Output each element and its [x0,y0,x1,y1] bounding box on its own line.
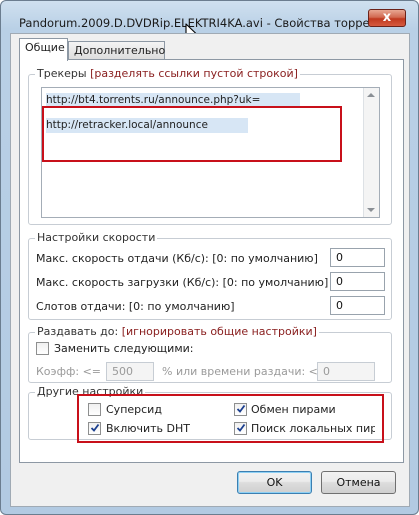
enable-dht-label: Включить DHT [106,422,190,435]
seed-legend-title: Раздавать до: [37,325,119,338]
checkmark-icon [236,423,246,432]
superseed-checkbox[interactable] [88,403,101,416]
seed-time-label: % или времени раздачи: <= [162,365,328,378]
ratio-label: Коэфф: <= [36,365,102,378]
tracker-url-1: http://bt4.torrents.ru/announce.php?uk= [46,93,301,108]
trackers-legend: Трекеры [разделять ссылки пустой строкой… [35,67,300,80]
upload-speed-input[interactable]: 0 [330,248,385,267]
general-tab-page: Трекеры [разделять ссылки пустой строкой… [19,59,404,463]
dialog-client-area: Общие Дополнительно Трекеры [разделять с… [10,33,410,507]
scroll-down-arrow-icon[interactable] [367,208,375,212]
title-bar[interactable]: Pandorum.2009.D.DVDRip.ELEKTRI4KA.avi - … [1,1,418,31]
window-title: Pandorum.2009.D.DVDRip.ELEKTRI4KA.avi - … [19,16,391,30]
trackers-textarea[interactable]: http://bt4.torrents.ru/announce.php?uk= … [41,87,380,218]
speed-settings-group: Настройки скорости Макс. скорость отдачи… [28,231,392,320]
ratio-input[interactable]: 500 [106,362,154,381]
local-peer-discovery-label: Поиск локальных пир [251,422,375,435]
other-settings-group: Другие настройки Суперсид Обмен пирами В… [28,385,392,440]
peer-exchange-checkbox[interactable] [234,403,247,416]
close-button[interactable]: x [368,9,406,27]
trackers-legend-hint: [разделять ссылки пустой строкой] [90,67,298,80]
override-label: Заменить следующими: [54,342,194,355]
tab-advanced[interactable]: Дополнительно [68,41,165,60]
other-legend: Другие настройки [35,385,146,398]
download-speed-input[interactable]: 0 [330,272,385,291]
ok-button[interactable]: OK [237,471,312,494]
checkmark-icon [236,404,246,413]
peer-exchange-label: Обмен пирами [251,403,336,416]
enable-dht-checkbox[interactable] [88,422,101,435]
trackers-scrollbar[interactable] [363,88,379,217]
superseed-label: Суперсид [106,403,162,416]
scroll-up-arrow-icon[interactable] [367,93,375,97]
speed-legend: Настройки скорости [35,231,158,244]
trackers-legend-title: Трекеры [37,67,87,80]
local-peer-discovery-checkbox[interactable] [234,422,247,435]
override-checkbox[interactable] [36,342,49,355]
download-speed-label: Макс. скорость загрузки (Кб/с): [0: по у… [36,276,329,289]
seed-legend: Раздавать до: [игнорировать общие настро… [35,325,319,338]
upload-speed-label: Макс. скорость отдачи (Кб/с): [0: по умо… [36,252,318,265]
seed-time-input[interactable]: 0 [317,362,375,381]
upload-slots-input[interactable]: 0 [330,296,385,315]
tab-general[interactable]: Общие [19,38,68,61]
trackers-group: Трекеры [разделять ссылки пустой строкой… [28,67,392,225]
seed-until-group: Раздавать до: [игнорировать общие настро… [28,325,392,383]
upload-slots-label: Слотов отдачи: [0: по умолчанию] [36,300,235,313]
checkmark-icon [90,423,100,432]
tracker-url-2: http://retracker.local/announce [46,118,248,133]
seed-legend-hint: [игнорировать общие настройки] [121,325,317,338]
cancel-button[interactable]: Отмена [321,471,396,494]
torrent-properties-window: Pandorum.2009.D.DVDRip.ELEKTRI4KA.avi - … [0,0,419,515]
